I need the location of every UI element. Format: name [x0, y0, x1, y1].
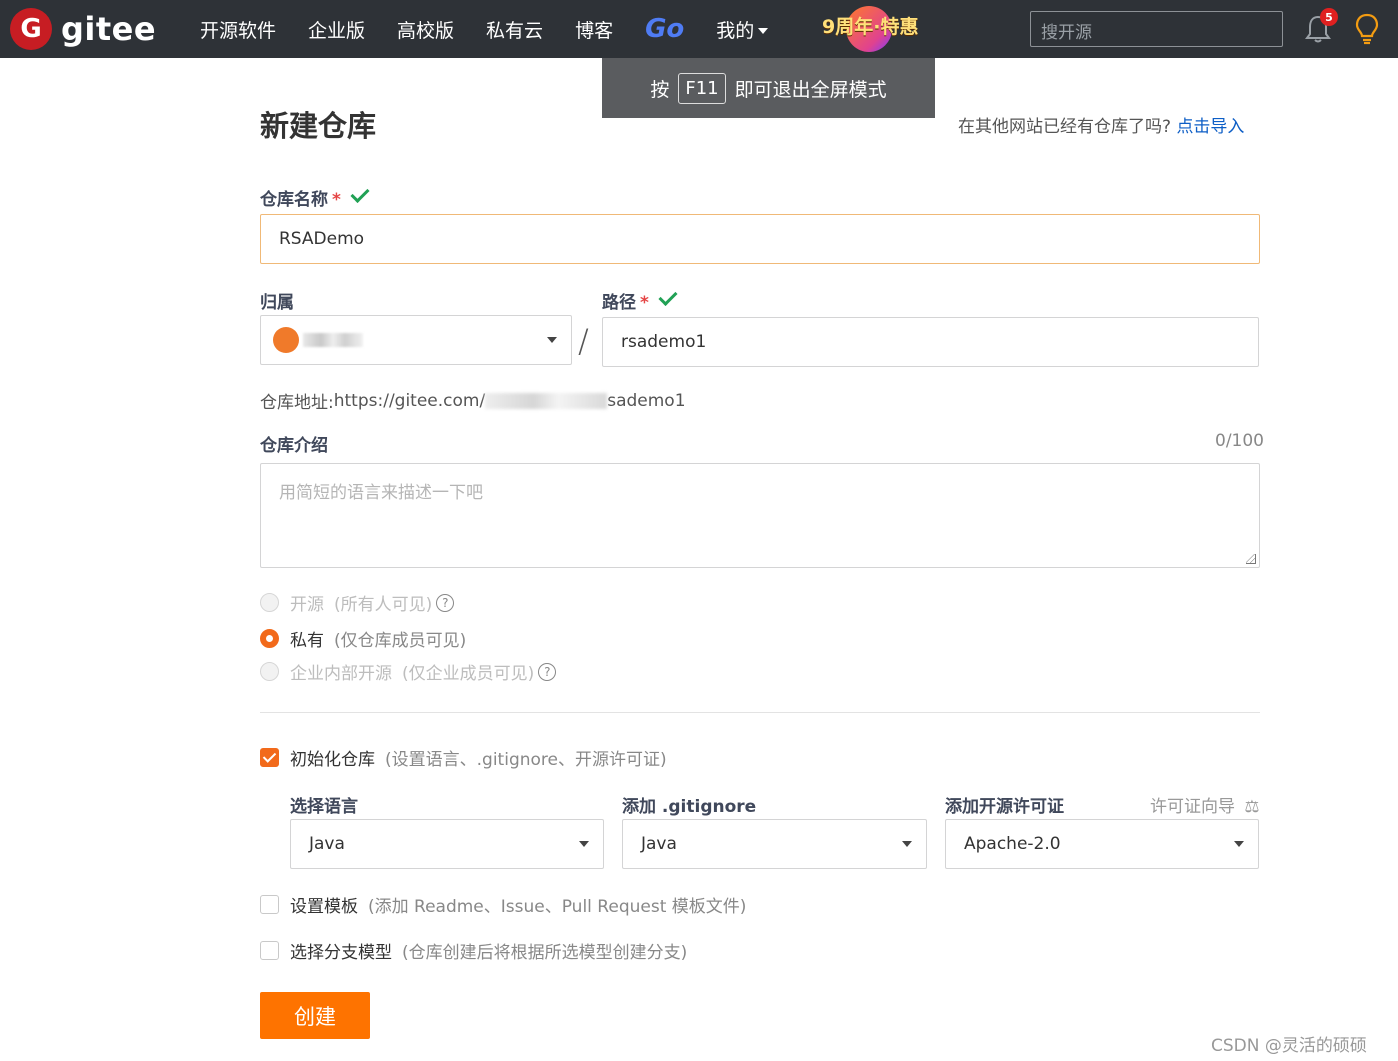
gitee-logo-icon: G: [10, 8, 52, 50]
toast-prefix: 按: [650, 78, 670, 101]
repo-url-label: 仓库地址:: [260, 393, 334, 413]
gitignore-select[interactable]: Java: [622, 819, 927, 869]
visibility-option-private[interactable]: 私有 (仅仓库成员可见): [260, 626, 466, 651]
avatar: [273, 327, 299, 353]
fullscreen-exit-toast: 按 F11 即可退出全屏模式: [602, 58, 935, 118]
init-repo-checkbox[interactable]: [260, 748, 279, 767]
language-select[interactable]: Java: [290, 819, 604, 869]
check-icon: [350, 183, 370, 204]
nav-mine-label: 我的: [716, 19, 755, 42]
chevron-down-icon: [1234, 841, 1244, 847]
visibility-enterprise-note: (仅企业成员可见): [402, 664, 535, 684]
template-label: 设置模板: [290, 897, 358, 917]
f11-key-hint: F11: [678, 72, 726, 104]
branch-model-note: (仓库创建后将根据所选模型创建分支): [402, 943, 688, 963]
nav-item-mine[interactable]: 我的: [716, 16, 769, 43]
promo-text: 9周年·特惠: [822, 16, 919, 38]
chevron-down-icon: [902, 841, 912, 847]
notification-count-badge: 5: [1320, 8, 1338, 26]
repo-url-suffix: sademo1: [607, 390, 686, 411]
path-label: 路径 *: [602, 286, 678, 313]
nav-item-education[interactable]: 高校版: [397, 16, 454, 43]
license-guide-link[interactable]: 许可证向导 ⚖: [1150, 792, 1260, 817]
radio-public[interactable]: [260, 593, 279, 612]
license-label: 添加开源许可证: [945, 797, 1064, 817]
chevron-down-icon: [579, 841, 589, 847]
chevron-down-icon: [758, 28, 769, 34]
chevron-down-icon: [547, 337, 557, 343]
search-input[interactable]: 搜开源: [1030, 11, 1283, 47]
branch-model-label: 选择分支模型: [290, 943, 392, 963]
visibility-public-note: (所有人可见): [334, 595, 433, 615]
resize-handle-icon[interactable]: [1246, 554, 1256, 564]
anniversary-promo-banner[interactable]: 9周年·特惠: [822, 4, 927, 54]
nav-item-private-cloud[interactable]: 私有云: [486, 16, 543, 43]
gitee-logo[interactable]: G gitee: [10, 8, 156, 50]
visibility-enterprise-label: 企业内部开源: [290, 664, 392, 684]
check-icon: [658, 286, 678, 307]
license-guide-text: 许可证向导: [1150, 797, 1235, 817]
radio-enterprise[interactable]: [260, 662, 279, 681]
visibility-private-label: 私有: [290, 631, 324, 651]
section-divider: [260, 712, 1260, 713]
template-checkbox[interactable]: [260, 895, 279, 914]
language-select-value: Java: [309, 834, 345, 854]
nav-item-go[interactable]: Go: [645, 14, 684, 44]
license-select-value: Apache-2.0: [964, 834, 1061, 854]
repo-name-label-text: 仓库名称: [260, 190, 328, 210]
toast-suffix: 即可退出全屏模式: [734, 78, 887, 101]
template-option[interactable]: 设置模板 (添加 Readme、Issue、Pull Request 模板文件): [260, 892, 746, 917]
help-icon[interactable]: ?: [538, 662, 557, 681]
intro-char-counter: 0/100: [1215, 431, 1264, 451]
radio-private[interactable]: [260, 629, 279, 648]
language-label: 选择语言: [290, 797, 358, 817]
csdn-watermark: CSDN @灵活的硕硕: [1211, 1036, 1367, 1056]
repo-url-prefix: https://gitee.com/: [333, 390, 486, 411]
intro-label: 仓库介绍: [260, 436, 328, 456]
branch-model-checkbox[interactable]: [260, 941, 279, 960]
repo-name-input[interactable]: RSADemo: [260, 214, 1260, 264]
path-input[interactable]: rsademo1: [602, 317, 1259, 367]
intro-textarea[interactable]: 用简短的语言来描述一下吧: [260, 463, 1260, 568]
redacted-url-segment: [485, 392, 608, 409]
lightbulb-icon[interactable]: [1354, 13, 1380, 45]
help-icon[interactable]: ?: [436, 593, 455, 612]
init-repo-label: 初始化仓库: [290, 750, 375, 770]
nav-menu: 开源软件 企业版 高校版 私有云 博客 Go 我的: [200, 0, 800, 58]
scale-icon: ⚖: [1244, 797, 1260, 817]
intro-placeholder: 用简短的语言来描述一下吧: [279, 483, 483, 503]
template-note: (添加 Readme、Issue、Pull Request 模板文件): [368, 897, 747, 917]
license-select[interactable]: Apache-2.0: [945, 819, 1259, 869]
branch-model-option[interactable]: 选择分支模型 (仓库创建后将根据所选模型创建分支): [260, 938, 687, 963]
import-link[interactable]: 点击导入: [1176, 117, 1244, 137]
import-hint: 在其他网站已经有仓库了吗? 点击导入: [958, 112, 1244, 137]
gitignore-select-value: Java: [641, 834, 677, 854]
visibility-private-note: (仅仓库成员可见): [334, 631, 467, 651]
visibility-option-enterprise[interactable]: 企业内部开源 (仅企业成员可见) ?: [260, 659, 557, 684]
nav-item-enterprise[interactable]: 企业版: [308, 16, 365, 43]
nav-item-open-source[interactable]: 开源软件: [200, 16, 276, 43]
top-navbar: G gitee 开源软件 企业版 高校版 私有云 博客 Go 我的 9周年·特惠…: [0, 0, 1398, 58]
init-repo-option[interactable]: 初始化仓库 (设置语言、.gitignore、开源许可证): [260, 745, 667, 770]
path-label-text: 路径: [602, 293, 636, 313]
required-mark: *: [332, 190, 341, 210]
visibility-public-label: 开源: [290, 595, 324, 615]
repo-name-label: 仓库名称 *: [260, 183, 370, 210]
owner-select[interactable]: [260, 315, 572, 365]
create-button[interactable]: 创建: [260, 992, 370, 1039]
page-title: 新建仓库: [260, 109, 377, 143]
path-separator: /: [578, 322, 589, 360]
required-mark: *: [640, 293, 649, 313]
import-hint-text: 在其他网站已经有仓库了吗?: [958, 117, 1172, 137]
gitignore-label: 添加 .gitignore: [622, 797, 757, 817]
redacted-owner-name: [303, 333, 363, 347]
init-repo-note: (设置语言、.gitignore、开源许可证): [385, 750, 667, 770]
nav-item-blog[interactable]: 博客: [575, 16, 613, 43]
visibility-option-public[interactable]: 开源 (所有人可见) ?: [260, 590, 455, 615]
gitee-logo-text: gitee: [61, 10, 157, 48]
owner-label: 归属: [260, 293, 294, 313]
repo-url: 仓库地址: https://gitee.com/ sademo1: [260, 388, 686, 414]
